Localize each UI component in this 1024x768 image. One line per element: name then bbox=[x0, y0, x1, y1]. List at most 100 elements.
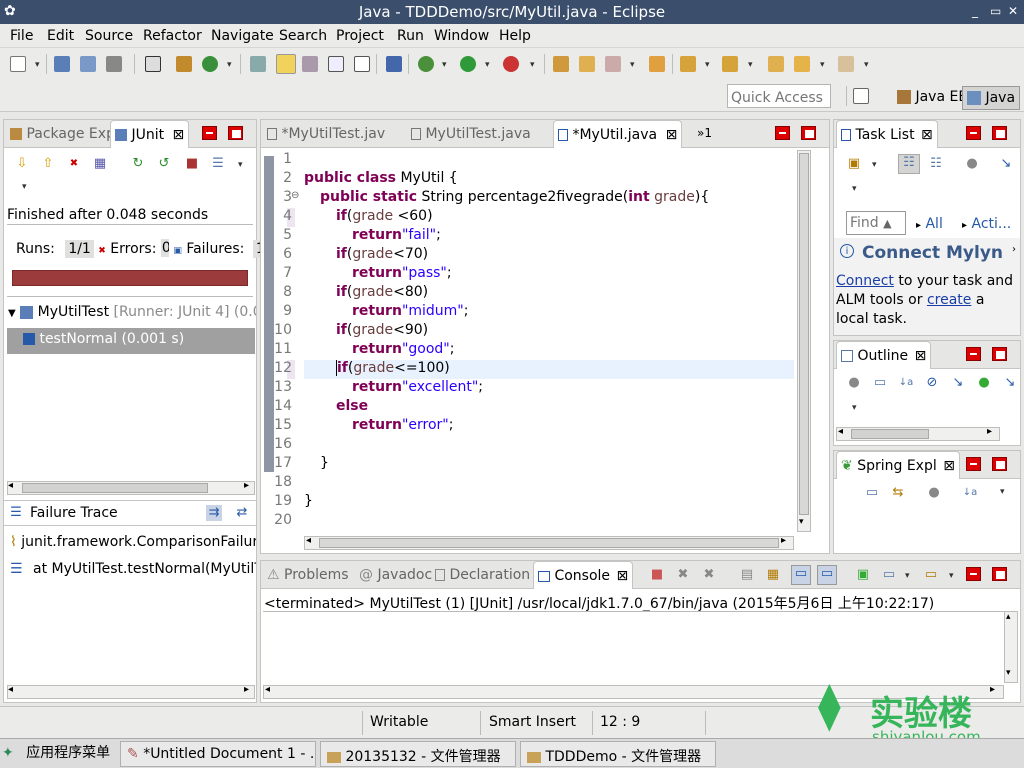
maximize-editor-button[interactable] bbox=[801, 126, 816, 140]
show-failures-only-icon[interactable]: ✖ bbox=[66, 156, 82, 172]
hide-nonpublic-icon[interactable]: ● bbox=[976, 375, 992, 391]
stop-test-icon[interactable]: ■ bbox=[184, 156, 200, 172]
editor-hscrollbar[interactable]: ◂ ▸ bbox=[304, 535, 794, 550]
tab-javadoc[interactable]: @ Javadoc bbox=[355, 561, 436, 589]
fold-collapse-icon[interactable]: ⊖ bbox=[291, 190, 299, 201]
quick-access-input[interactable] bbox=[727, 84, 831, 108]
menu-window[interactable]: Window bbox=[434, 28, 489, 44]
trace-line[interactable]: ⌇ junit.framework.ComparisonFailure bbox=[10, 534, 256, 550]
remove-launch-icon[interactable]: ✖ bbox=[675, 567, 691, 583]
scroll-right-icon[interactable]: ▸ bbox=[987, 426, 992, 437]
rerun-test-icon[interactable]: ↻ bbox=[130, 156, 146, 172]
test-tree-scrollbar[interactable]: ◂ ▸ bbox=[7, 480, 255, 495]
forward-icon[interactable] bbox=[838, 56, 854, 72]
display-console-icon[interactable]: ▭ bbox=[881, 567, 897, 583]
tab-outline[interactable]: Outline ⊠ bbox=[836, 341, 932, 369]
code-line-9[interactable]: return"midum"; bbox=[352, 303, 468, 319]
java-project-icon[interactable] bbox=[176, 56, 192, 72]
minimize-view-button[interactable] bbox=[966, 347, 981, 361]
menu-search[interactable]: Search bbox=[279, 28, 327, 44]
focus-icon[interactable]: ● bbox=[926, 485, 942, 501]
next-failure-icon[interactable]: ⇩ bbox=[14, 156, 30, 172]
menu-project[interactable]: Project bbox=[336, 28, 384, 44]
test-class-row[interactable]: ▼ MyUtilTest [Runner: JUnit 4] (0.00 bbox=[8, 304, 256, 320]
minimize-window-button[interactable]: _ bbox=[972, 4, 978, 18]
code-line-12[interactable]: if(grade<=100) bbox=[336, 360, 450, 376]
minimize-editor-button[interactable] bbox=[775, 126, 790, 140]
menu-file[interactable]: File bbox=[10, 28, 33, 44]
new-class-dropdown-icon[interactable]: ▾ bbox=[227, 60, 232, 70]
close-tab-icon[interactable]: ⊠ bbox=[616, 568, 628, 584]
open-task-icon[interactable] bbox=[649, 56, 665, 72]
console-vscrollbar[interactable]: ▴ ▾ bbox=[1004, 611, 1018, 683]
toggle-mark-icon[interactable] bbox=[276, 54, 296, 74]
scroll-up-icon[interactable]: ▴ bbox=[1006, 612, 1011, 622]
scroll-down-icon[interactable]: ▾ bbox=[799, 517, 804, 527]
code-line-2[interactable]: public class MyUtil { bbox=[304, 170, 458, 186]
editor-tab-myutiltest-dirty[interactable]: *MyUtilTest.jav bbox=[263, 120, 389, 148]
open-console-dropdown-icon[interactable]: ▾ bbox=[949, 571, 954, 581]
close-tab-icon[interactable]: ⊠ bbox=[943, 458, 955, 474]
debug-dropdown-icon[interactable]: ▾ bbox=[442, 60, 447, 70]
expand-tree-icon[interactable]: ▼ bbox=[8, 308, 16, 319]
close-tab-icon[interactable]: ⊠ bbox=[915, 348, 927, 364]
back-icon[interactable] bbox=[794, 56, 810, 72]
next-annotation-dropdown-icon[interactable]: ▾ bbox=[705, 60, 710, 70]
trace-scrollbar[interactable]: ◂ ▸ bbox=[7, 684, 255, 699]
test-method-row[interactable]: testNormal (0.001 s) bbox=[7, 328, 255, 354]
view-menu-icon[interactable]: ▾ bbox=[852, 403, 857, 413]
new-task-icon[interactable]: ▣ bbox=[846, 156, 862, 172]
new-task-dropdown-icon[interactable]: ▾ bbox=[872, 160, 877, 170]
scroll-lock-icon[interactable]: ▦ bbox=[92, 156, 108, 172]
debug-icon[interactable] bbox=[418, 56, 434, 72]
back-dropdown-icon[interactable]: ▾ bbox=[820, 60, 825, 70]
view-menu-icon[interactable]: ▾ bbox=[852, 184, 857, 194]
run-external-dropdown-icon[interactable]: ▾ bbox=[530, 60, 535, 70]
code-line-8[interactable]: if(grade<80) bbox=[336, 284, 428, 300]
tab-junit[interactable]: JUnit ⊠ bbox=[110, 120, 190, 148]
tab-console[interactable]: Console ⊠ bbox=[533, 561, 634, 589]
run-dropdown-icon[interactable]: ▾ bbox=[485, 60, 490, 70]
prev-annotation-icon[interactable] bbox=[722, 56, 738, 72]
trace-line[interactable]: ☰ at MyUtilTest.testNormal(MyUtilTes bbox=[10, 561, 256, 577]
open-project-icon[interactable] bbox=[553, 56, 569, 72]
outline-scrollbar[interactable]: ◂ ▸ bbox=[836, 426, 1000, 441]
menu-edit[interactable]: Edit bbox=[47, 28, 74, 44]
test-history-icon[interactable]: ☰ bbox=[210, 156, 226, 172]
scroll-left-icon[interactable]: ◂ bbox=[265, 684, 270, 695]
menu-source[interactable]: Source bbox=[85, 28, 133, 44]
scroll-left-icon[interactable]: ◂ bbox=[306, 535, 311, 546]
code-line-13[interactable]: return"excellent"; bbox=[352, 379, 483, 395]
next-annotation-icon[interactable] bbox=[680, 56, 696, 72]
filter-stack-icon[interactable]: ⇉ bbox=[206, 505, 222, 521]
scroll-lock-icon[interactable]: ▦ bbox=[765, 567, 781, 583]
code-line-4[interactable]: if(grade <60) bbox=[336, 208, 433, 224]
task-find-input[interactable]: Find ▲ bbox=[846, 211, 906, 235]
menu-help[interactable]: Help bbox=[499, 28, 531, 44]
hide-local-types-icon[interactable]: ↘ bbox=[1002, 375, 1018, 391]
pin-console-icon[interactable]: ▣ bbox=[855, 567, 871, 583]
last-edit-icon[interactable] bbox=[768, 56, 784, 72]
scroll-thumb[interactable] bbox=[851, 429, 929, 439]
save-icon[interactable] bbox=[54, 56, 70, 72]
scroll-thumb[interactable] bbox=[22, 483, 208, 493]
code-line-15[interactable]: return"error"; bbox=[352, 417, 453, 433]
tab-task-list[interactable]: Task List ⊠ bbox=[836, 120, 938, 148]
clear-console-icon[interactable]: ▤ bbox=[739, 567, 755, 583]
tab-spring-explorer[interactable]: ❦ Spring Expl ⊠ bbox=[836, 451, 960, 479]
editor-tab-myutil[interactable]: *MyUtil.java ⊠ bbox=[553, 120, 683, 148]
code-line-10[interactable]: if(grade<90) bbox=[336, 322, 428, 338]
filter-activate[interactable]: ▸ Acti... bbox=[962, 216, 1011, 232]
highlight-icon[interactable] bbox=[302, 56, 318, 72]
collapse-all-icon[interactable]: ▭ bbox=[872, 375, 888, 391]
activate-link[interactable]: Acti... bbox=[971, 216, 1011, 232]
maximize-view-button[interactable] bbox=[992, 347, 1007, 361]
categorized-icon[interactable]: ☷ bbox=[898, 154, 920, 174]
minimize-view-button[interactable] bbox=[202, 126, 217, 140]
show-on-stderr-icon[interactable]: ▭ bbox=[817, 565, 837, 585]
wand-icon[interactable] bbox=[605, 56, 621, 72]
close-tab-icon[interactable]: ⊠ bbox=[173, 127, 185, 143]
block-icon[interactable] bbox=[328, 56, 344, 72]
scroll-thumb[interactable] bbox=[799, 153, 809, 515]
hide-static-icon[interactable]: ↘ bbox=[950, 375, 966, 391]
